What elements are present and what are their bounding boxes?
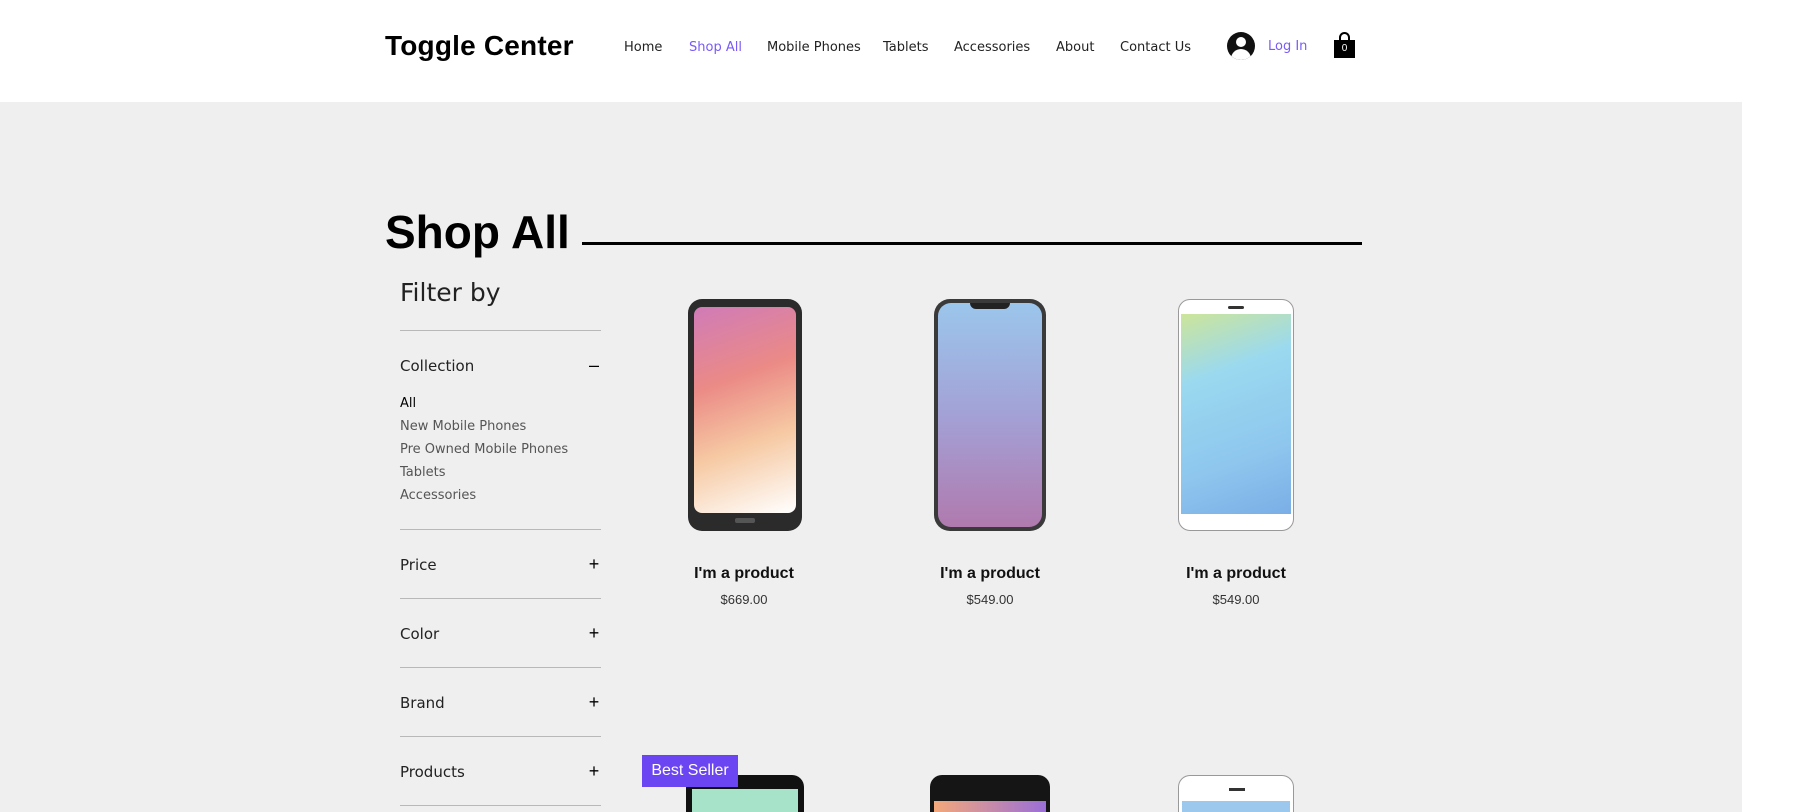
nav-home[interactable]: Home (624, 40, 662, 55)
filter-divider (400, 529, 601, 530)
collection-tablets[interactable]: Tablets (400, 465, 568, 488)
filter-brand[interactable]: Brand + (400, 692, 601, 716)
collection-new-mobile-phones[interactable]: New Mobile Phones (400, 419, 568, 442)
site-logo[interactable]: Toggle Center (385, 30, 574, 62)
product-image[interactable] (880, 299, 1100, 539)
plus-icon[interactable]: + (587, 623, 601, 643)
filter-title: Filter by (400, 278, 501, 307)
nav-accessories[interactable]: Accessories (954, 40, 1030, 55)
product-image[interactable] (930, 775, 1050, 812)
site-header: Toggle Center Home Shop All Mobile Phone… (0, 0, 1801, 102)
product-price: $669.00 (720, 592, 768, 607)
product-price: $549.00 (1212, 592, 1260, 607)
filter-products[interactable]: Products + (400, 761, 601, 785)
nav-tablets[interactable]: Tablets (883, 40, 929, 55)
plus-icon[interactable]: + (587, 692, 601, 712)
nav-shop-all[interactable]: Shop All (689, 40, 742, 55)
title-underline (582, 242, 1362, 245)
plus-icon[interactable]: + (587, 554, 601, 574)
filter-brand-label: Brand (400, 694, 445, 712)
cart-count: 0 (1341, 43, 1348, 54)
product-price: $549.00 (966, 592, 1014, 607)
filter-price[interactable]: Price + (400, 554, 601, 578)
filter-collection-label: Collection (400, 357, 475, 375)
page-title: Shop All (385, 206, 570, 258)
collection-accessories[interactable]: Accessories (400, 488, 568, 511)
best-seller-badge: Best Seller (642, 755, 738, 787)
collection-pre-owned-mobile-phones[interactable]: Pre Owned Mobile Phones (400, 442, 568, 465)
minus-icon[interactable]: – (587, 355, 601, 375)
nav-about[interactable]: About (1056, 40, 1094, 55)
product-image[interactable] (1178, 775, 1294, 812)
nav-mobile-phones[interactable]: Mobile Phones (767, 40, 861, 55)
product-image[interactable] (1126, 299, 1346, 539)
cart-button[interactable]: 0 (1334, 32, 1355, 58)
user-avatar-icon (1227, 32, 1255, 60)
filter-price-label: Price (400, 556, 437, 574)
filter-divider (400, 598, 601, 599)
product-name[interactable]: I'm a product (634, 565, 854, 583)
filter-collection[interactable]: Collection – (400, 355, 601, 379)
page-margin (1742, 102, 1801, 812)
collection-all[interactable]: All (400, 396, 568, 419)
nav-contact-us[interactable]: Contact Us (1120, 40, 1191, 55)
filter-color[interactable]: Color + (400, 623, 601, 647)
product-name[interactable]: I'm a product (1126, 565, 1346, 583)
filter-color-label: Color (400, 625, 440, 643)
plus-icon[interactable]: + (587, 761, 601, 781)
product-image[interactable] (634, 299, 854, 539)
main-content (0, 102, 1742, 812)
filter-divider (400, 330, 601, 331)
filter-divider (400, 805, 601, 806)
product-name[interactable]: I'm a product (880, 565, 1100, 583)
login-label: Log In (1268, 39, 1308, 54)
filter-divider (400, 667, 601, 668)
filter-products-label: Products (400, 763, 465, 781)
collection-list: All New Mobile Phones Pre Owned Mobile P… (400, 396, 568, 511)
filter-divider (400, 736, 601, 737)
